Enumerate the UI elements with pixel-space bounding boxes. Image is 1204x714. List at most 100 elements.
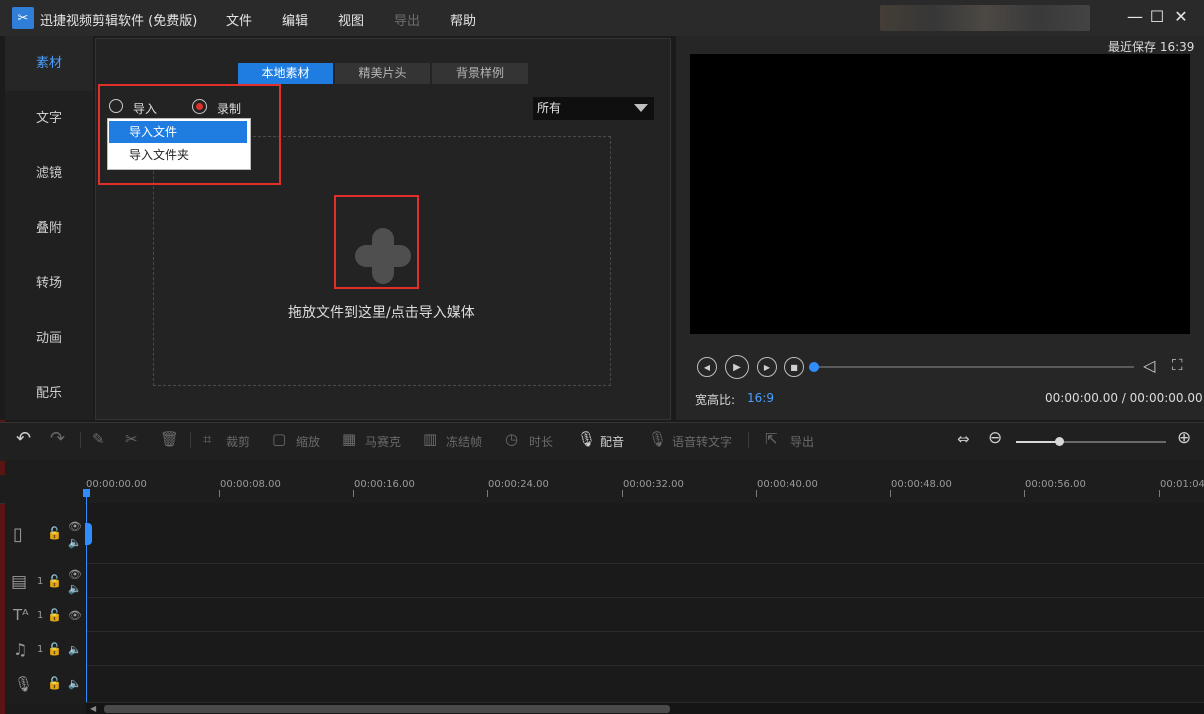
speaker-icon[interactable]: 🔈 <box>68 582 82 595</box>
microphone-icon[interactable]: 🎙 <box>577 430 596 448</box>
edit-icon[interactable]: ✎ <box>92 430 105 448</box>
play-icon[interactable]: ▶ <box>725 355 749 379</box>
export-icon[interactable]: ⇱ <box>765 430 778 448</box>
dub-button[interactable]: 配音 <box>600 433 624 450</box>
playback-progress[interactable] <box>812 366 1134 368</box>
ruler-tick-label: 00:00:56.00 <box>1025 479 1086 490</box>
highlight-box-import <box>98 84 281 185</box>
timeline-zoom-fill <box>1016 441 1060 443</box>
freeze-frame-icon[interactable]: ▥ <box>423 430 437 448</box>
eye-icon[interactable]: 👁 <box>68 609 82 622</box>
freeze-frame-button[interactable]: 冻结帧 <box>446 433 482 450</box>
time-readout: 00:00:00.00 / 00:00:00.00 <box>1045 391 1203 405</box>
speaker-icon[interactable]: 🔈 <box>68 643 82 656</box>
last-saved: 最近保存 16:39 <box>1108 40 1195 54</box>
fit-timeline-icon[interactable]: ⇔ <box>957 430 970 448</box>
video-track[interactable] <box>86 564 1204 598</box>
sidebar-item-music[interactable]: 配乐 <box>5 366 93 421</box>
maximize-icon[interactable]: ☐ <box>1148 8 1166 26</box>
tab-background-samples[interactable]: 背景样例 <box>432 63 528 84</box>
crop-button[interactable]: 裁剪 <box>226 433 250 450</box>
film-icon: ▯ <box>13 524 23 545</box>
tab-local-media[interactable]: 本地素材 <box>238 63 333 84</box>
ruler-tick <box>1024 490 1025 497</box>
menu-file[interactable]: 文件 <box>226 10 252 29</box>
lock-icon[interactable]: 🔓 <box>47 574 62 588</box>
chevron-down-icon[interactable] <box>634 104 648 112</box>
ruler-tick-label: 00:00:16.00 <box>354 479 415 490</box>
speaker-icon[interactable]: 🔈 <box>68 536 82 549</box>
app-logo-icon: ✂ <box>12 7 34 29</box>
speaker-icon[interactable]: 🔈 <box>68 677 82 690</box>
minimize-icon[interactable]: — <box>1126 8 1144 26</box>
volume-icon[interactable]: ◁ <box>1143 356 1155 375</box>
sidebar-item-text[interactable]: 文字 <box>5 91 93 146</box>
sidebar-item-animation[interactable]: 动画 <box>5 311 93 366</box>
blurred-account-area <box>880 5 1090 31</box>
aspect-label: 宽高比: <box>695 393 736 407</box>
main-video-track[interactable] <box>86 503 1204 564</box>
sidebar-item-material[interactable]: 素材 <box>5 36 93 91</box>
delete-icon[interactable]: 🗑 <box>160 430 179 448</box>
menu-view[interactable]: 视图 <box>338 10 364 29</box>
zoom-button[interactable]: 缩放 <box>296 433 320 450</box>
playhead-line[interactable] <box>86 490 87 702</box>
app-title: 迅捷视频剪辑软件 (免费版) <box>40 14 198 29</box>
ruler-tick <box>219 490 220 497</box>
mosaic-icon[interactable]: ▦ <box>342 430 356 448</box>
ruler-tick <box>756 490 757 497</box>
timeline-scroll-thumb[interactable] <box>104 705 670 713</box>
cut-icon[interactable]: ✂ <box>125 430 138 448</box>
music-track[interactable] <box>86 632 1204 666</box>
progress-handle[interactable] <box>809 362 819 372</box>
eye-icon[interactable]: 👁 <box>68 520 82 533</box>
voice-track[interactable] <box>86 666 1204 703</box>
undo-icon[interactable]: ↶ <box>16 428 31 449</box>
zoom-in-icon[interactable]: ⊕ <box>1177 428 1191 448</box>
duration-icon[interactable]: ◷ <box>505 430 518 448</box>
lock-icon[interactable]: 🔓 <box>47 526 62 540</box>
toolbar-divider <box>190 432 191 448</box>
mosaic-button[interactable]: 马赛克 <box>365 433 401 450</box>
ruler-tick-label: 00:00:24.00 <box>488 479 549 490</box>
sidebar-item-overlay[interactable]: 叠附 <box>5 201 93 256</box>
redo-icon[interactable]: ↷ <box>50 428 65 449</box>
stop-icon[interactable]: ■ <box>784 357 804 377</box>
scroll-left-icon[interactable]: ◀ <box>90 704 96 713</box>
speech-to-text-button[interactable]: 语音转文字 <box>672 433 732 450</box>
timeline-zoom-handle[interactable] <box>1055 437 1064 446</box>
music-note-icon: ♫ <box>13 640 28 659</box>
export-button[interactable]: 导出 <box>790 433 814 450</box>
ruler-tick <box>1159 490 1160 497</box>
tab-intro-clips[interactable]: 精美片头 <box>335 63 430 84</box>
track-number: 1 <box>37 610 44 621</box>
timeline-gap <box>5 460 1204 475</box>
playhead-handle[interactable] <box>83 489 90 497</box>
sidebar-item-transition[interactable]: 转场 <box>5 256 93 311</box>
lock-icon[interactable]: 🔓 <box>47 608 62 622</box>
zoom-out-icon[interactable]: ⊖ <box>988 428 1002 448</box>
prev-frame-icon[interactable]: ◀ <box>697 357 717 377</box>
ruler-tick <box>487 490 488 497</box>
ruler-tick <box>353 490 354 497</box>
text-track[interactable] <box>86 598 1204 632</box>
menu-help[interactable]: 帮助 <box>450 10 476 29</box>
aspect-value[interactable]: 16:9 <box>747 391 774 405</box>
crop-icon[interactable]: ⌗ <box>203 430 211 448</box>
next-frame-icon[interactable]: ▶ <box>757 357 777 377</box>
menu-export[interactable]: 导出 <box>394 10 420 29</box>
lock-icon[interactable]: 🔓 <box>47 642 62 656</box>
zoom-tool-icon[interactable]: ▢ <box>272 430 286 448</box>
playhead-grip[interactable] <box>85 523 92 545</box>
speech-to-text-icon[interactable]: 🎙 <box>648 430 667 448</box>
video-track-icon: ▤ <box>11 572 28 592</box>
ruler-tick-label: 00:00:08.00 <box>220 479 281 490</box>
lock-icon[interactable]: 🔓 <box>47 676 62 690</box>
close-icon[interactable]: ✕ <box>1172 8 1190 26</box>
sidebar-item-filter[interactable]: 滤镜 <box>5 146 93 201</box>
dropzone-hint: 拖放文件到这里/点击导入媒体 <box>288 305 475 321</box>
menu-edit[interactable]: 编辑 <box>282 10 308 29</box>
fullscreen-icon[interactable]: ⛶ <box>1172 356 1183 374</box>
duration-button[interactable]: 时长 <box>529 433 553 450</box>
eye-icon[interactable]: 👁 <box>68 568 82 581</box>
